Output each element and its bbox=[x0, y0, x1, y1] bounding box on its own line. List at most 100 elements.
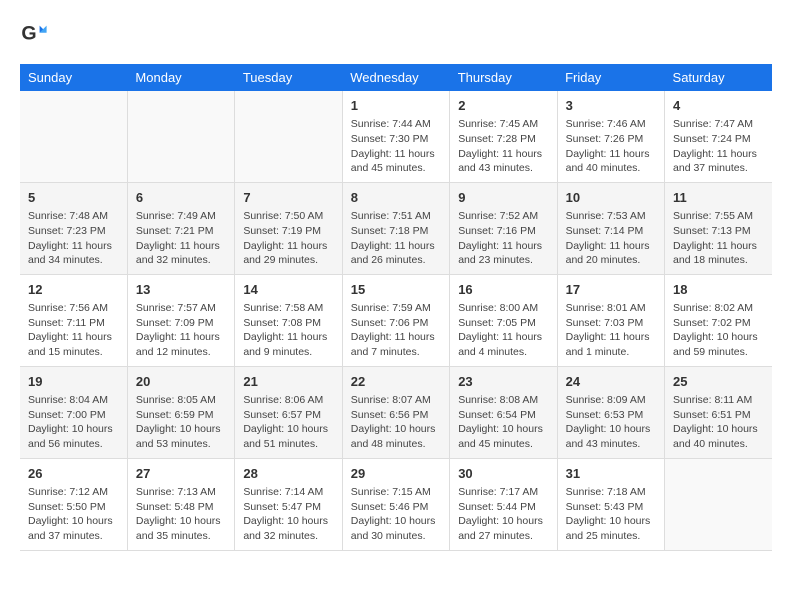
day-number: 11 bbox=[673, 189, 764, 207]
logo: G bbox=[20, 20, 52, 48]
day-info: Sunrise: 8:00 AM Sunset: 7:05 PM Dayligh… bbox=[458, 301, 548, 360]
day-info: Sunrise: 7:44 AM Sunset: 7:30 PM Dayligh… bbox=[351, 117, 441, 176]
day-number: 5 bbox=[28, 189, 119, 207]
day-number: 20 bbox=[136, 373, 226, 391]
calendar-cell: 27Sunrise: 7:13 AM Sunset: 5:48 PM Dayli… bbox=[127, 458, 234, 550]
calendar-cell bbox=[235, 91, 342, 182]
calendar-cell: 5 Sunrise: 7:48 AM Sunset: 7:23 PM Daylig… bbox=[20, 182, 127, 274]
weekday-header-friday: Friday bbox=[557, 64, 664, 91]
calendar-cell: 17Sunrise: 8:01 AM Sunset: 7:03 PM Dayli… bbox=[557, 274, 664, 366]
day-number: 26 bbox=[28, 465, 119, 483]
calendar-cell: 10 Sunrise: 7:53 AM Sunset: 7:14 PM Dayli… bbox=[557, 182, 664, 274]
calendar-body: 1 Sunrise: 7:44 AM Sunset: 7:30 PM Daylig… bbox=[20, 91, 772, 550]
calendar-cell: 2 Sunrise: 7:45 AM Sunset: 7:28 PM Daylig… bbox=[450, 91, 557, 182]
calendar-cell: 11 Sunrise: 7:55 AM Sunset: 7:13 PM Dayli… bbox=[665, 182, 772, 274]
week-row-1: 1 Sunrise: 7:44 AM Sunset: 7:30 PM Daylig… bbox=[20, 91, 772, 182]
calendar-cell: 12Sunrise: 7:56 AM Sunset: 7:11 PM Dayli… bbox=[20, 274, 127, 366]
calendar-cell bbox=[127, 91, 234, 182]
weekday-header-saturday: Saturday bbox=[665, 64, 772, 91]
day-info: Sunrise: 7:12 AM Sunset: 5:50 PM Dayligh… bbox=[28, 485, 119, 544]
day-info: Sunrise: 7:17 AM Sunset: 5:44 PM Dayligh… bbox=[458, 485, 548, 544]
logo-icon: G bbox=[20, 20, 48, 48]
day-info: Sunrise: 7:51 AM Sunset: 7:18 PM Dayligh… bbox=[351, 209, 441, 268]
day-info: Sunrise: 7:56 AM Sunset: 7:11 PM Dayligh… bbox=[28, 301, 119, 360]
day-number: 6 bbox=[136, 189, 226, 207]
calendar-cell: 4 Sunrise: 7:47 AM Sunset: 7:24 PM Daylig… bbox=[665, 91, 772, 182]
weekday-header-tuesday: Tuesday bbox=[235, 64, 342, 91]
day-info: Sunrise: 8:04 AM Sunset: 7:00 PM Dayligh… bbox=[28, 393, 119, 452]
day-info: Sunrise: 8:06 AM Sunset: 6:57 PM Dayligh… bbox=[243, 393, 333, 452]
day-number: 15 bbox=[351, 281, 441, 299]
day-info: Sunrise: 7:57 AM Sunset: 7:09 PM Dayligh… bbox=[136, 301, 226, 360]
day-number: 29 bbox=[351, 465, 441, 483]
day-info: Sunrise: 7:52 AM Sunset: 7:16 PM Dayligh… bbox=[458, 209, 548, 268]
day-info: Sunrise: 7:14 AM Sunset: 5:47 PM Dayligh… bbox=[243, 485, 333, 544]
day-number: 24 bbox=[566, 373, 656, 391]
calendar-header: SundayMondayTuesdayWednesdayThursdayFrid… bbox=[20, 64, 772, 91]
calendar-cell: 13 Sunrise: 7:57 AM Sunset: 7:09 PM Dayli… bbox=[127, 274, 234, 366]
day-number: 4 bbox=[673, 97, 764, 115]
day-number: 14 bbox=[243, 281, 333, 299]
day-info: Sunrise: 7:48 AM Sunset: 7:23 PM Dayligh… bbox=[28, 209, 119, 268]
day-number: 23 bbox=[458, 373, 548, 391]
day-number: 1 bbox=[351, 97, 441, 115]
day-info: Sunrise: 7:47 AM Sunset: 7:24 PM Dayligh… bbox=[673, 117, 764, 176]
calendar-cell: 19Sunrise: 8:04 AM Sunset: 7:00 PM Dayli… bbox=[20, 366, 127, 458]
day-info: Sunrise: 7:49 AM Sunset: 7:21 PM Dayligh… bbox=[136, 209, 226, 268]
day-info: Sunrise: 7:50 AM Sunset: 7:19 PM Dayligh… bbox=[243, 209, 333, 268]
weekday-row: SundayMondayTuesdayWednesdayThursdayFrid… bbox=[20, 64, 772, 91]
day-info: Sunrise: 8:08 AM Sunset: 6:54 PM Dayligh… bbox=[458, 393, 548, 452]
day-number: 8 bbox=[351, 189, 441, 207]
day-number: 13 bbox=[136, 281, 226, 299]
day-number: 18 bbox=[673, 281, 764, 299]
calendar-cell: 8 Sunrise: 7:51 AM Sunset: 7:18 PM Daylig… bbox=[342, 182, 449, 274]
weekday-header-wednesday: Wednesday bbox=[342, 64, 449, 91]
day-info: Sunrise: 7:59 AM Sunset: 7:06 PM Dayligh… bbox=[351, 301, 441, 360]
calendar-cell: 31 Sunrise: 7:18 AM Sunset: 5:43 PM Dayli… bbox=[557, 458, 664, 550]
calendar-cell: 9 Sunrise: 7:52 AM Sunset: 7:16 PM Daylig… bbox=[450, 182, 557, 274]
day-number: 2 bbox=[458, 97, 548, 115]
day-info: Sunrise: 7:45 AM Sunset: 7:28 PM Dayligh… bbox=[458, 117, 548, 176]
day-number: 28 bbox=[243, 465, 333, 483]
day-number: 22 bbox=[351, 373, 441, 391]
day-number: 25 bbox=[673, 373, 764, 391]
day-number: 9 bbox=[458, 189, 548, 207]
calendar-cell: 30 Sunrise: 7:17 AM Sunset: 5:44 PM Dayli… bbox=[450, 458, 557, 550]
day-number: 7 bbox=[243, 189, 333, 207]
calendar-cell: 3 Sunrise: 7:46 AM Sunset: 7:26 PM Daylig… bbox=[557, 91, 664, 182]
day-number: 3 bbox=[566, 97, 656, 115]
day-info: Sunrise: 7:55 AM Sunset: 7:13 PM Dayligh… bbox=[673, 209, 764, 268]
calendar-cell: 16 Sunrise: 8:00 AM Sunset: 7:05 PM Dayli… bbox=[450, 274, 557, 366]
weekday-header-sunday: Sunday bbox=[20, 64, 127, 91]
calendar-cell: 20Sunrise: 8:05 AM Sunset: 6:59 PM Dayli… bbox=[127, 366, 234, 458]
calendar-cell: 25 Sunrise: 8:11 AM Sunset: 6:51 PM Dayli… bbox=[665, 366, 772, 458]
day-number: 21 bbox=[243, 373, 333, 391]
svg-text:G: G bbox=[21, 23, 36, 45]
day-info: Sunrise: 8:09 AM Sunset: 6:53 PM Dayligh… bbox=[566, 393, 656, 452]
day-info: Sunrise: 7:53 AM Sunset: 7:14 PM Dayligh… bbox=[566, 209, 656, 268]
week-row-4: 19Sunrise: 8:04 AM Sunset: 7:00 PM Dayli… bbox=[20, 366, 772, 458]
day-number: 31 bbox=[566, 465, 656, 483]
day-number: 16 bbox=[458, 281, 548, 299]
calendar-cell: 6 Sunrise: 7:49 AM Sunset: 7:21 PM Daylig… bbox=[127, 182, 234, 274]
day-number: 10 bbox=[566, 189, 656, 207]
calendar-cell: 15 Sunrise: 7:59 AM Sunset: 7:06 PM Dayli… bbox=[342, 274, 449, 366]
week-row-2: 5 Sunrise: 7:48 AM Sunset: 7:23 PM Daylig… bbox=[20, 182, 772, 274]
calendar-cell: 7 Sunrise: 7:50 AM Sunset: 7:19 PM Daylig… bbox=[235, 182, 342, 274]
day-info: Sunrise: 8:11 AM Sunset: 6:51 PM Dayligh… bbox=[673, 393, 764, 452]
calendar-cell: 14Sunrise: 7:58 AM Sunset: 7:08 PM Dayli… bbox=[235, 274, 342, 366]
weekday-header-thursday: Thursday bbox=[450, 64, 557, 91]
day-info: Sunrise: 7:46 AM Sunset: 7:26 PM Dayligh… bbox=[566, 117, 656, 176]
week-row-3: 12Sunrise: 7:56 AM Sunset: 7:11 PM Dayli… bbox=[20, 274, 772, 366]
day-info: Sunrise: 7:15 AM Sunset: 5:46 PM Dayligh… bbox=[351, 485, 441, 544]
calendar-cell: 26 Sunrise: 7:12 AM Sunset: 5:50 PM Dayli… bbox=[20, 458, 127, 550]
calendar-cell bbox=[665, 458, 772, 550]
day-info: Sunrise: 7:18 AM Sunset: 5:43 PM Dayligh… bbox=[566, 485, 656, 544]
calendar-cell: 23 Sunrise: 8:08 AM Sunset: 6:54 PM Dayli… bbox=[450, 366, 557, 458]
day-info: Sunrise: 8:01 AM Sunset: 7:03 PM Dayligh… bbox=[566, 301, 656, 360]
calendar-cell bbox=[20, 91, 127, 182]
calendar-cell: 22Sunrise: 8:07 AM Sunset: 6:56 PM Dayli… bbox=[342, 366, 449, 458]
day-info: Sunrise: 8:02 AM Sunset: 7:02 PM Dayligh… bbox=[673, 301, 764, 360]
day-number: 30 bbox=[458, 465, 548, 483]
day-number: 27 bbox=[136, 465, 226, 483]
